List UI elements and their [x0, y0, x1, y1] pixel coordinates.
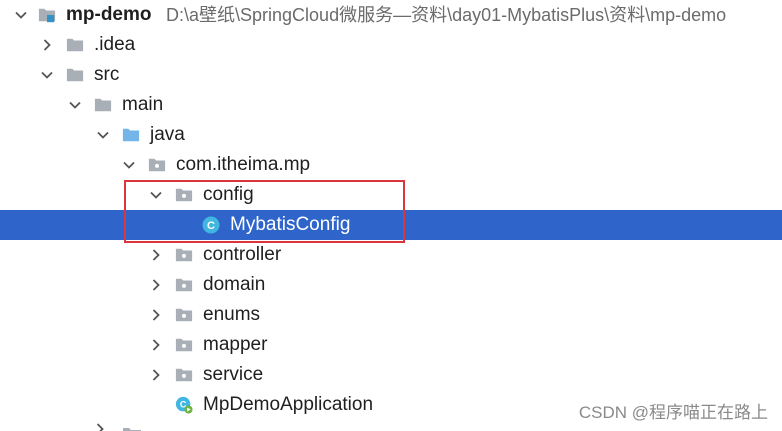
folder-icon — [122, 426, 142, 431]
tree-item-label: com.itheima.mp — [176, 154, 311, 175]
tree-row-controller[interactable]: controller — [0, 240, 782, 270]
chevron-right-icon[interactable] — [147, 270, 165, 300]
chevron-down-icon[interactable] — [120, 150, 138, 180]
chevron-right-icon[interactable] — [147, 360, 165, 390]
watermark-text: CSDN @程序喵正在路上 — [578, 403, 768, 422]
folder-icon — [66, 36, 84, 54]
tree-row-domain[interactable]: domain — [0, 270, 782, 300]
chevron-right-icon[interactable] — [38, 30, 56, 60]
tree-item-label: domain — [203, 274, 266, 295]
spring-boot-class-icon: C — [175, 396, 193, 414]
tree-row-java[interactable]: java — [0, 120, 782, 150]
tree-row-src[interactable]: src — [0, 60, 782, 90]
package-icon — [175, 186, 193, 204]
tree-item-label: enums — [203, 304, 261, 325]
package-icon — [175, 336, 193, 354]
tree-item-label: main — [122, 94, 164, 115]
chevron-down-icon[interactable] — [147, 180, 165, 210]
class-icon: C — [202, 216, 220, 234]
chevron-right-icon[interactable] — [147, 300, 165, 330]
tree-row-service[interactable]: service — [0, 360, 782, 390]
chevron-down-icon[interactable] — [38, 60, 56, 90]
root-module-name: mp-demo — [66, 4, 152, 25]
package-icon — [148, 156, 166, 174]
tree-row-mybatis-config[interactable]: C MybatisConfig — [0, 210, 782, 240]
tree-row-root[interactable]: mp-demo D:\a壁纸\SpringCloud微服务—资料\day01-M… — [0, 0, 782, 30]
tree-row-idea[interactable]: .idea — [0, 30, 782, 60]
tree-item-label: controller — [203, 244, 282, 265]
package-icon — [175, 366, 193, 384]
svg-text:C: C — [207, 220, 215, 232]
tree-row-package-root[interactable]: com.itheima.mp — [0, 150, 782, 180]
package-icon — [175, 306, 193, 324]
tree-item-label: MpDemoApplication — [203, 394, 374, 415]
chevron-down-icon[interactable] — [66, 90, 84, 120]
tree-row-enums[interactable]: enums — [0, 300, 782, 330]
tree-item-label: src — [94, 64, 120, 85]
tree-item-label: service — [203, 364, 264, 385]
tree-item-label: MybatisConfig — [230, 214, 351, 235]
chevron-down-icon[interactable] — [12, 0, 30, 30]
chevron-right-icon — [94, 422, 106, 431]
package-icon — [175, 246, 193, 264]
project-tree: mp-demo D:\a壁纸\SpringCloud微服务—资料\day01-M… — [0, 0, 782, 431]
source-folder-icon — [122, 126, 140, 144]
tree-row-mapper[interactable]: mapper — [0, 330, 782, 360]
folder-icon — [66, 66, 84, 84]
package-icon — [175, 276, 193, 294]
tree-row-config[interactable]: config — [0, 180, 782, 210]
tree-item-label: java — [150, 124, 185, 145]
tree-item-label: mapper — [203, 334, 268, 355]
tree-row-main[interactable]: main — [0, 90, 782, 120]
module-folder-icon — [38, 6, 56, 24]
chevron-right-icon[interactable] — [147, 330, 165, 360]
tree-item-label: .idea — [94, 34, 136, 55]
root-module-path: D:\a壁纸\SpringCloud微服务—资料\day01-MybatisPl… — [166, 5, 727, 25]
chevron-right-icon[interactable] — [147, 240, 165, 270]
tree-item-label: config — [203, 184, 254, 205]
folder-icon — [94, 96, 112, 114]
chevron-down-icon[interactable] — [94, 120, 112, 150]
